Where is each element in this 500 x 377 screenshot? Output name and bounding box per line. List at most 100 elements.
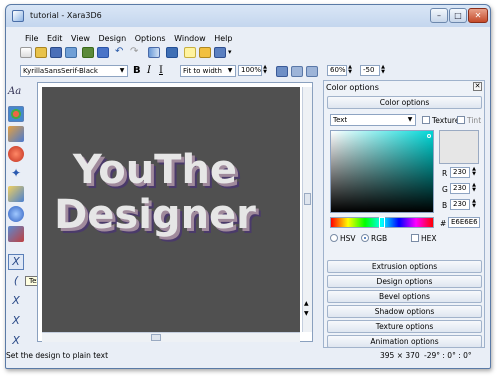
horizontal-scroll-thumb[interactable] [151, 334, 161, 341]
text-style-2-icon[interactable]: X [8, 294, 24, 310]
shadow-tool-icon[interactable] [8, 186, 24, 202]
hex-checkbox[interactable] [411, 234, 419, 242]
menu-options[interactable]: Options [135, 34, 166, 43]
text-tool-label[interactable]: Aa [8, 86, 24, 102]
red-label: R [442, 169, 448, 178]
save-icon[interactable] [50, 47, 62, 58]
red-spinner[interactable]: ▲ ▼ [471, 167, 477, 178]
align-center-icon[interactable] [291, 66, 303, 77]
design-options-button[interactable]: Design options [327, 275, 482, 288]
texture-checkbox[interactable] [422, 116, 430, 124]
play-icon[interactable] [148, 47, 160, 58]
bevel-options-button[interactable]: Bevel options [327, 290, 482, 303]
italic-button[interactable]: I [147, 65, 151, 76]
text-style-3-icon[interactable]: X [8, 314, 24, 330]
vertical-scrollbar[interactable]: ▲ ▼ [302, 87, 312, 332]
line-spacing-spinner[interactable]: ▲ ▼ [380, 65, 386, 76]
line-spacing-field[interactable]: -50 [360, 65, 380, 76]
zoom-field[interactable]: 100% [238, 65, 262, 76]
tip-icon[interactable] [184, 47, 196, 58]
close-button[interactable]: ✕ [468, 8, 488, 23]
plain-text-tool-icon[interactable]: X [8, 254, 24, 270]
color-picker-handle[interactable] [427, 134, 431, 138]
menu-window[interactable]: Window [174, 34, 206, 43]
fit-mode-select[interactable]: Fit to width ▼ [180, 65, 236, 77]
blue-field[interactable]: 230 [450, 199, 470, 210]
status-size: 395 × 370 [380, 351, 420, 360]
tracking-field[interactable]: 60% [327, 65, 347, 76]
page-up-icon[interactable]: ▲ [304, 301, 311, 309]
horizontal-scrollbar[interactable] [42, 332, 300, 342]
zoom-spinner[interactable]: ▲ ▼ [262, 65, 268, 76]
texture-tool-icon[interactable] [8, 206, 24, 222]
hsv-label: HSV [340, 234, 356, 243]
menu-edit[interactable]: Edit [47, 34, 63, 43]
tint-label: Tint [467, 116, 482, 125]
tint-checkbox[interactable] [457, 116, 465, 124]
color-target-select[interactable]: Text ▼ [330, 114, 416, 126]
align-left-icon[interactable] [276, 66, 288, 77]
texture-options-button[interactable]: Texture options [327, 320, 482, 333]
view-icon[interactable] [214, 47, 226, 58]
status-hint: Set the design to plain text [6, 351, 109, 360]
vertical-scroll-thumb[interactable] [304, 193, 311, 205]
menu-file[interactable]: File [25, 34, 38, 43]
new-icon[interactable] [20, 47, 32, 58]
extrude-tool-icon[interactable] [8, 126, 24, 142]
animation-tool-icon[interactable] [8, 226, 24, 242]
color-options-header[interactable]: Color options [327, 96, 482, 109]
minimize-button[interactable]: – [430, 8, 448, 23]
color-options-panel: Color options ✕ Color options Text ▼ Tex… [323, 80, 485, 348]
3d-text-render: YouThe YouThe YouThe Designer Designer D… [54, 147, 261, 243]
menu-view[interactable]: View [71, 34, 90, 43]
text-style-icon[interactable]: ( [8, 274, 24, 290]
animate-icon[interactable] [82, 47, 94, 58]
close-icon[interactable]: ✕ [473, 82, 482, 91]
light-icon[interactable] [199, 47, 211, 58]
rgb-radio[interactable] [361, 234, 369, 242]
light-tool-icon[interactable]: ✦ [8, 166, 24, 182]
font-select[interactable]: KyrillaSansSerif-Black ▼ [20, 65, 128, 77]
text-line-1: YouThe [72, 147, 237, 193]
export-icon[interactable] [65, 47, 77, 58]
font-name: KyrillaSansSerif-Black [23, 67, 98, 75]
menu-design[interactable]: Design [99, 34, 127, 43]
maximize-button[interactable]: □ [449, 8, 467, 23]
bold-button[interactable]: B [133, 65, 141, 76]
text-line-2: Designer [54, 192, 256, 238]
stop-icon[interactable] [166, 47, 178, 58]
underline-icon[interactable]: I [159, 65, 163, 76]
green-spinner[interactable]: ▲ ▼ [471, 183, 477, 194]
page-down-icon[interactable]: ▼ [304, 311, 311, 319]
animation-options-button[interactable]: Animation options [327, 335, 482, 348]
extrusion-options-button[interactable]: Extrusion options [327, 260, 482, 273]
shadow-options-button[interactable]: Shadow options [327, 305, 482, 318]
open-icon[interactable] [35, 47, 47, 58]
menu-bar: File Edit View Design Options Window Hel… [25, 34, 238, 46]
hsv-radio[interactable] [330, 234, 338, 242]
undo-icon[interactable]: ↶ [115, 47, 127, 58]
bevel-tool-icon[interactable] [8, 146, 24, 162]
hue-slider[interactable] [330, 217, 434, 228]
text-style-4-icon[interactable]: X [8, 334, 24, 350]
hex-field[interactable]: E6E6E6 [448, 217, 480, 228]
color-preview-swatch [439, 130, 479, 164]
import-icon[interactable] [97, 47, 109, 58]
chevron-down-icon[interactable]: ▾ [228, 47, 240, 58]
title-bar: tutorial - Xara3D6 – □ ✕ [6, 5, 490, 27]
red-field[interactable]: 230 [450, 167, 470, 178]
color-tool-icon[interactable] [8, 106, 24, 122]
align-right-icon[interactable] [306, 66, 318, 77]
color-picker-field[interactable] [330, 130, 434, 213]
style-buttons: B I I [131, 64, 175, 78]
green-label: G [442, 185, 448, 194]
redo-icon[interactable]: ↷ [130, 47, 142, 58]
menu-help[interactable]: Help [214, 34, 232, 43]
app-icon [12, 10, 24, 22]
design-canvas[interactable]: YouThe YouThe YouThe Designer Designer D… [42, 87, 300, 332]
tracking-spinner[interactable]: ▲ ▼ [347, 65, 353, 76]
hex-toggle-label: HEX [421, 234, 437, 243]
blue-spinner[interactable]: ▲ ▼ [471, 199, 477, 210]
green-field[interactable]: 230 [450, 183, 470, 194]
hue-slider-handle[interactable] [379, 217, 385, 228]
